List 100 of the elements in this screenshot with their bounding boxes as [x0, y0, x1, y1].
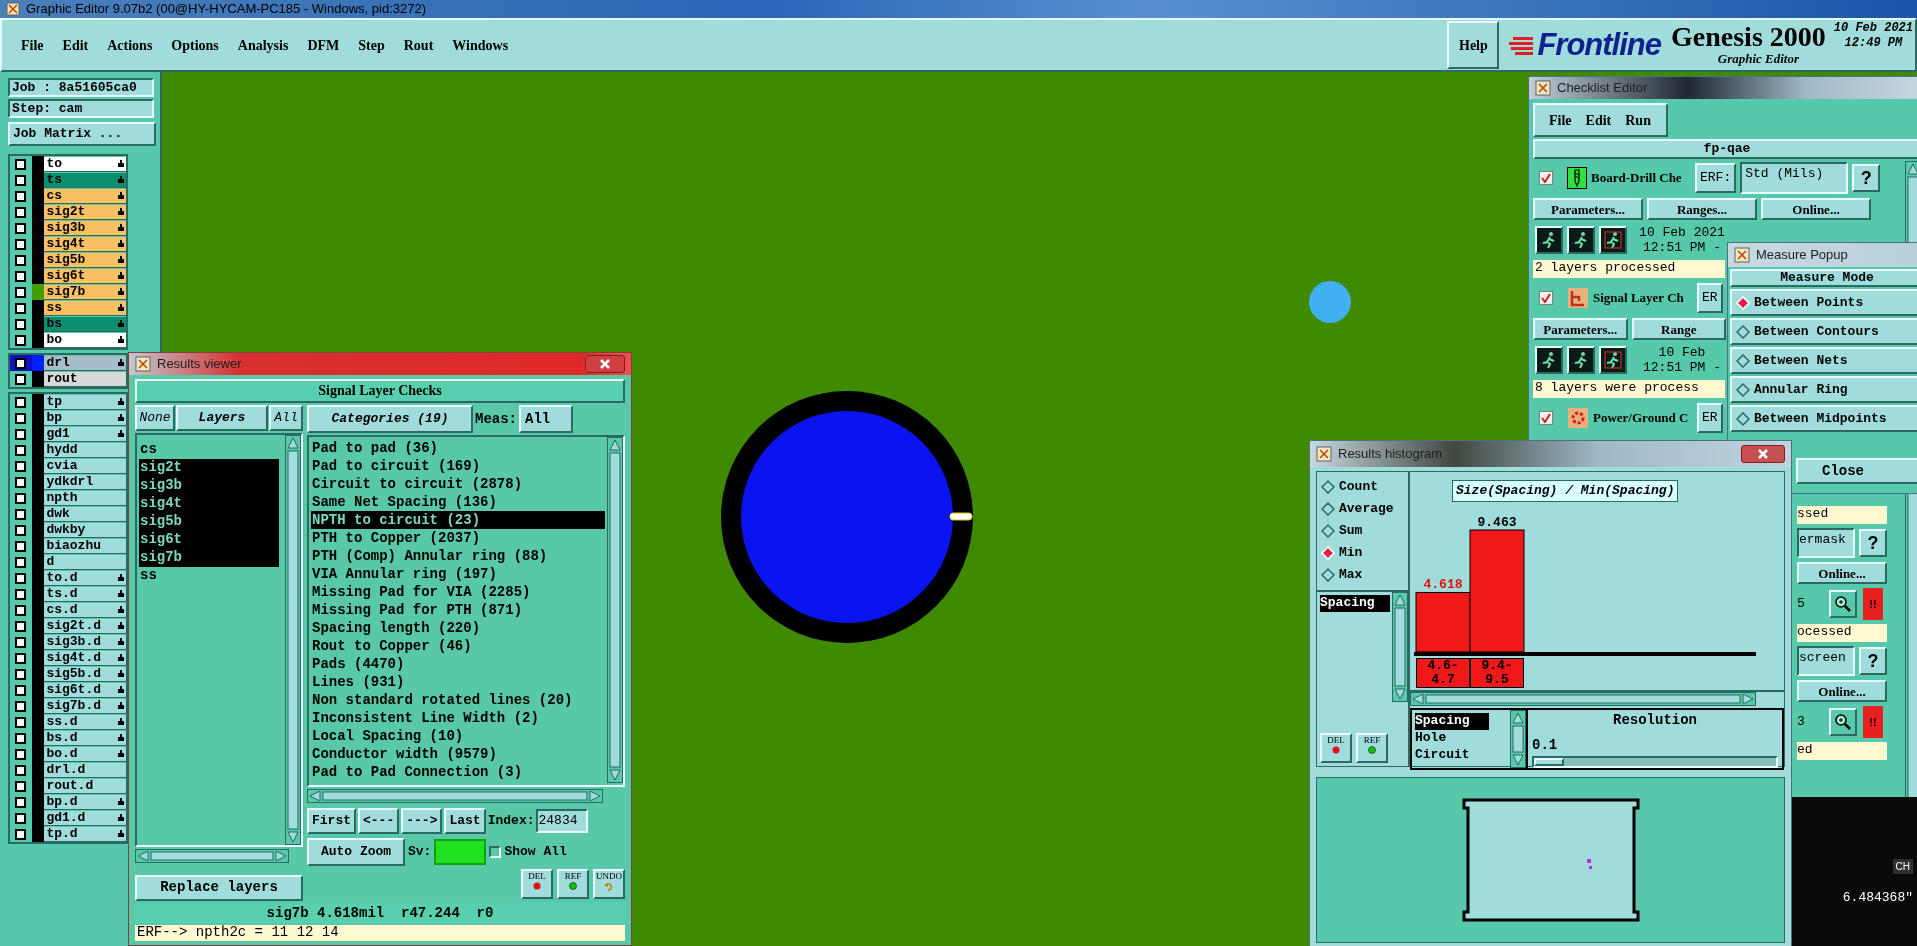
category-list-item[interactable]: Pad to Pad Connection (3) [311, 763, 605, 781]
layer-item[interactable]: sig6t [44, 268, 126, 284]
layer-item[interactable]: drl.d [44, 762, 126, 778]
check-action-button[interactable]: Parameters... [1533, 198, 1643, 220]
resolution-slider[interactable] [1532, 756, 1778, 768]
layer-item[interactable]: npth [44, 490, 126, 506]
none-button[interactable]: None [135, 405, 175, 432]
zoom-button[interactable] [1829, 708, 1857, 736]
layer-item[interactable]: sig7b.d [44, 698, 126, 714]
layer-checkbox[interactable] [15, 764, 27, 776]
category-list-item[interactable]: NPTH to circuit (23) [311, 511, 605, 529]
menu-item[interactable]: Edit [62, 34, 89, 56]
run-button[interactable] [1567, 346, 1595, 374]
tool-button[interactable]: UNDO [593, 869, 625, 899]
layer-checkbox[interactable] [15, 572, 27, 584]
run-button[interactable] [1599, 346, 1627, 374]
layer-checkbox[interactable] [15, 302, 27, 314]
category-list-item[interactable]: Spacing length (220) [311, 619, 605, 637]
tool-button[interactable]: REF [557, 869, 589, 899]
navigation-button[interactable]: First [307, 808, 356, 834]
category-list-item[interactable]: Missing Pad for PTH (871) [311, 601, 605, 619]
show-all-checkbox[interactable] [489, 846, 502, 858]
layer-list-item[interactable]: sig7b [139, 549, 279, 568]
layer-item[interactable]: drl [44, 355, 126, 371]
layer-checkbox[interactable] [15, 206, 27, 218]
layer-item[interactable]: hydd [44, 442, 126, 458]
layer-item[interactable]: tp [44, 394, 126, 410]
auto-zoom-dropdown[interactable]: Auto Zoom [307, 838, 405, 866]
layer-item[interactable]: ydkdrl [44, 474, 126, 490]
layer-checkbox[interactable] [15, 412, 27, 424]
layer-item[interactable]: biaozhu [44, 538, 126, 554]
help-button[interactable]: ? [1852, 164, 1881, 192]
layer-checkbox[interactable] [15, 684, 27, 696]
layer-checkbox[interactable] [15, 748, 27, 760]
layer-item[interactable]: sig3b [44, 220, 126, 236]
check-action-button[interactable]: Online... [1797, 680, 1887, 702]
category-list-item[interactable]: Conductor width (9579) [311, 745, 605, 763]
source-list-item[interactable]: Hole [1415, 730, 1489, 747]
measure-mode-option[interactable]: Between Points [1730, 289, 1917, 316]
erf-button[interactable]: ER [1697, 283, 1723, 313]
category-list-item[interactable]: PTH (Comp) Annular ring (88) [311, 547, 605, 565]
category-list-item[interactable]: Local Spacing (10) [311, 727, 605, 745]
tool-button[interactable]: DEL [521, 869, 553, 899]
menu-item[interactable]: DFM [307, 34, 340, 56]
erf-field[interactable]: ermask [1797, 528, 1855, 558]
layer-item[interactable]: to [44, 156, 126, 172]
layer-item[interactable]: gd1.d [44, 810, 126, 826]
layer-checkbox[interactable] [15, 780, 27, 792]
check-enable-checkbox[interactable] [1539, 171, 1553, 185]
layer-item[interactable]: sig4t.d [44, 650, 126, 666]
category-list-item[interactable]: PTH to Copper (2037) [311, 529, 605, 547]
category-list-item[interactable]: Lines (931) [311, 673, 605, 691]
category-list-item[interactable]: Pad to circuit (169) [311, 457, 605, 475]
check-enable-checkbox[interactable] [1539, 411, 1553, 425]
measure-list-item[interactable]: Spacing [1320, 595, 1390, 612]
layer-checkbox[interactable] [15, 428, 27, 440]
layer-item[interactable]: cvia [44, 458, 126, 474]
layer-checkbox[interactable] [15, 700, 27, 712]
category-list-item[interactable]: VIA Annular ring (197) [311, 565, 605, 583]
category-list-item[interactable]: Inconsistent Line Width (2) [311, 709, 605, 727]
layer-item[interactable]: bs.d [44, 730, 126, 746]
layer-item[interactable]: gd1 [44, 426, 126, 442]
layer-checkbox[interactable] [15, 396, 27, 408]
layer-item[interactable]: rout.d [44, 778, 126, 794]
layer-checkbox[interactable] [15, 652, 27, 664]
layers-button[interactable]: Layers [176, 405, 268, 432]
layer-item[interactable]: sig2t.d [44, 618, 126, 634]
measure-mode-option[interactable]: Between Contours [1730, 318, 1917, 345]
layer-item[interactable]: sig4t [44, 236, 126, 252]
layer-checkbox[interactable] [15, 828, 27, 840]
help-button[interactable]: ? [1859, 529, 1887, 557]
job-matrix-button[interactable]: Job Matrix ... [8, 122, 156, 146]
layer-checkbox[interactable] [15, 222, 27, 234]
layer-checkbox[interactable] [15, 158, 27, 170]
run-button[interactable] [1599, 226, 1627, 254]
erf-button[interactable]: ERF: [1695, 163, 1737, 193]
layer-checkbox[interactable] [15, 357, 27, 369]
layer-item[interactable]: cs.d [44, 602, 126, 618]
layer-item[interactable]: bp [44, 410, 126, 426]
layer-checkbox[interactable] [15, 492, 27, 504]
layer-checkbox[interactable] [15, 460, 27, 472]
erf-button[interactable]: ER [1697, 403, 1723, 433]
layer-item[interactable]: tp.d [44, 826, 126, 842]
run-button[interactable] [1535, 346, 1563, 374]
menu-item[interactable]: Run [1625, 109, 1651, 131]
statistic-option[interactable]: Sum [1317, 520, 1408, 542]
layer-item[interactable]: sig7b [44, 284, 126, 300]
zoom-button[interactable] [1829, 590, 1857, 618]
tool-button[interactable]: DEL [1320, 733, 1352, 763]
layer-list-item[interactable]: cs [139, 441, 279, 460]
menu-item[interactable]: Options [171, 34, 219, 56]
navigation-button[interactable]: <--- [358, 808, 400, 834]
erf-field[interactable]: screen [1797, 646, 1855, 676]
layer-item[interactable]: sig2t [44, 204, 126, 220]
replace-layers-dropdown[interactable]: Replace layers [135, 874, 303, 901]
layer-item[interactable]: ss [44, 300, 126, 316]
layer-checkbox[interactable] [15, 508, 27, 520]
layer-item[interactable]: bo.d [44, 746, 126, 762]
layer-list-item[interactable]: sig5b [139, 513, 279, 532]
layer-checkbox[interactable] [15, 716, 27, 728]
